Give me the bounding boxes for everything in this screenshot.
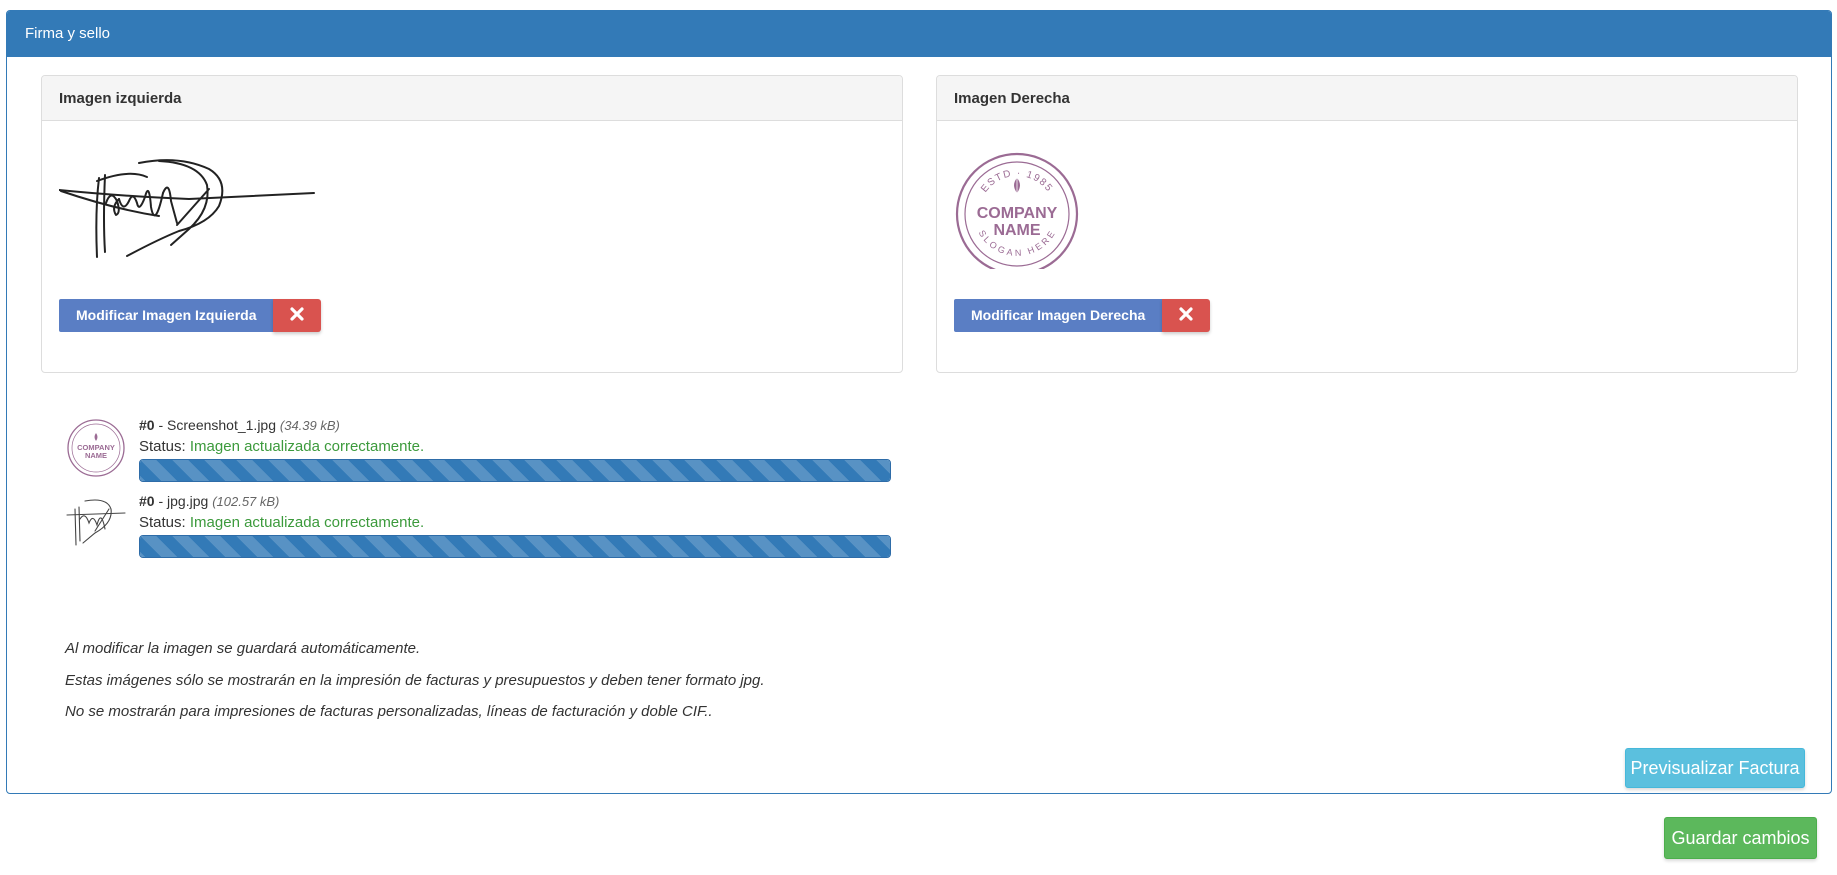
upload-item: #0 - jpg.jpg (102.57 kB) Status: Imagen …: [65, 491, 895, 569]
close-icon: [1179, 307, 1193, 324]
left-image-actions: Modificar Imagen Izquierda: [59, 299, 322, 332]
note-auto-save: Al modificar la imagen se guardará autom…: [65, 640, 421, 657]
upload-filename: jpg.jpg: [167, 493, 209, 509]
signature-seal-panel: Firma y sello Imagen izquierda Modificar…: [6, 10, 1832, 794]
upload-file-line: #0 - jpg.jpg (102.57 kB): [139, 493, 280, 509]
help-notes: Al modificar la imagen se guardará autom…: [65, 633, 765, 728]
upload-item: COMPANY NAME #0 - Screenshot_1.jpg (34.3…: [65, 415, 895, 493]
upload-info: #0 - Screenshot_1.jpg (34.39 kB) Status:…: [139, 415, 891, 482]
left-image-heading: Imagen izquierda: [42, 76, 902, 121]
right-image-panel: Imagen Derecha ESTD · 1985 SLOGAN HERE C…: [936, 75, 1798, 373]
upload-progress: [139, 459, 891, 482]
status-label: Status:: [139, 438, 186, 455]
upload-info: #0 - jpg.jpg (102.57 kB) Status: Imagen …: [139, 491, 891, 558]
upload-status: Status: Imagen actualizada correctamente…: [139, 512, 891, 534]
upload-progress-bar: [140, 536, 890, 557]
remove-left-image-button[interactable]: [273, 299, 322, 332]
stamp-line-2: NAME: [993, 222, 1040, 239]
modify-left-image-button[interactable]: Modificar Imagen Izquierda: [59, 299, 274, 332]
upload-thumbnail-stamp: COMPANY NAME: [65, 417, 127, 479]
note-exclusions: No se mostrarán para impresiones de fact…: [65, 703, 713, 720]
note-format: Estas imágenes sólo se mostrarán en la i…: [65, 671, 765, 689]
upload-filesize: (102.57 kB): [212, 494, 280, 509]
upload-file-line: #0 - Screenshot_1.jpg (34.39 kB): [139, 417, 340, 433]
company-stamp-image: ESTD · 1985 SLOGAN HERE COMPANY NAME: [954, 151, 1210, 276]
status-text: Imagen actualizada correctamente.: [189, 438, 425, 455]
stamp-line-1: COMPANY: [977, 205, 1058, 222]
modify-right-image-button[interactable]: Modificar Imagen Derecha: [954, 299, 1163, 332]
right-image-heading: Imagen Derecha: [937, 76, 1797, 121]
close-icon: [290, 307, 305, 324]
upload-progress-bar: [140, 460, 890, 481]
save-changes-button[interactable]: Guardar cambios: [1664, 817, 1817, 859]
preview-invoice-button[interactable]: Previsualizar Factura: [1625, 748, 1805, 788]
left-image-panel: Imagen izquierda Modificar Imagen Izquie…: [41, 75, 903, 373]
upload-thumbnail-signature: [65, 493, 127, 555]
svg-text:NAME: NAME: [85, 451, 107, 460]
right-image-actions: Modificar Imagen Derecha: [954, 299, 1211, 332]
status-label: Status:: [139, 514, 186, 531]
remove-right-image-button[interactable]: [1162, 299, 1211, 332]
upload-status: Status: Imagen actualizada correctamente…: [139, 436, 891, 458]
upload-index: #0: [139, 493, 155, 509]
panel-title: Firma y sello: [7, 11, 1831, 57]
status-text: Imagen actualizada correctamente.: [189, 514, 425, 531]
signature-image: [58, 151, 315, 269]
upload-filename: Screenshot_1.jpg: [167, 417, 276, 433]
upload-progress: [139, 535, 891, 558]
upload-index: #0: [139, 417, 155, 433]
upload-filesize: (34.39 kB): [279, 418, 340, 433]
